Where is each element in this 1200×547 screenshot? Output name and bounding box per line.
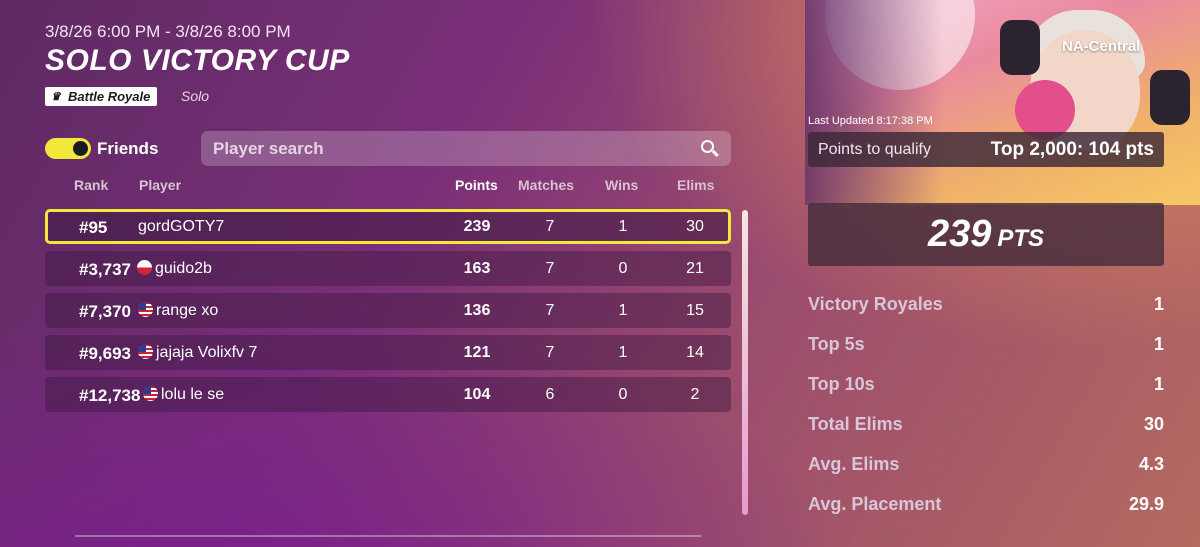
last-updated: Last Updated 8:17:38 PM: [808, 115, 933, 127]
friends-label[interactable]: Friends: [97, 139, 158, 159]
stat-value: 29.9: [1128, 494, 1164, 514]
row-rank: #7,370: [79, 302, 131, 321]
toggle-knob: [73, 141, 88, 156]
row-player-cell: range xo: [138, 302, 218, 320]
column-points[interactable]: Points: [455, 177, 498, 193]
row-player: lolu le se: [161, 386, 225, 403]
total-points-value: 239: [927, 213, 992, 255]
column-wins[interactable]: Wins: [605, 177, 638, 193]
stat-total-elims: Total Elims 30: [808, 414, 1164, 435]
stat-value: 30: [1143, 414, 1164, 434]
row-matches: 6: [545, 386, 555, 403]
crown-icon: ♛: [51, 90, 61, 103]
stat-label: Victory Royales: [808, 294, 943, 314]
hero-shade: [805, 0, 1200, 205]
row-matches: 7: [545, 344, 555, 361]
row-rank: #3,737: [79, 260, 131, 279]
table-row[interactable]: #9,693 jajaja Volixfv 7 121 7 1 14: [45, 335, 731, 370]
stat-label: Avg. Placement: [808, 494, 942, 514]
row-wins: 1: [618, 218, 628, 235]
usa-flag-icon: [138, 344, 153, 359]
leaderboard-scrollbar[interactable]: [742, 210, 748, 515]
player-search[interactable]: [201, 131, 731, 166]
row-rank: #9,693: [79, 344, 131, 363]
row-player-cell: lolu le se: [143, 386, 224, 404]
stat-victory-royales: Victory Royales 1: [808, 294, 1164, 315]
stat-value: 1: [1153, 334, 1164, 354]
row-wins: 0: [618, 386, 628, 403]
row-rank: #12,738: [79, 386, 141, 405]
stat-avg-elims: Avg. Elims 4.3: [808, 454, 1164, 475]
row-matches: 7: [545, 260, 555, 277]
row-player: range xo: [156, 302, 219, 319]
row-player-cell: jajaja Volixfv 7: [138, 344, 257, 362]
row-player-cell: guido2b: [137, 260, 212, 278]
mode-badge: ♛ Battle Royale: [45, 87, 158, 106]
row-player: jajaja Volixfv 7: [156, 344, 258, 361]
row-points: 104: [463, 386, 491, 403]
stat-label: Top 10s: [808, 374, 875, 394]
friends-toggle[interactable]: [45, 138, 91, 159]
event-title: SOLO VICTORY CUP: [45, 44, 350, 77]
bottom-divider: [75, 535, 701, 537]
row-wins: 1: [618, 302, 628, 319]
submode-label: Solo: [181, 88, 210, 104]
row-elims: 30: [686, 218, 704, 235]
row-matches: 7: [545, 218, 555, 235]
search-icon[interactable]: [701, 139, 719, 158]
column-rank: Rank: [74, 177, 109, 193]
stat-label: Top 5s: [808, 334, 865, 354]
stat-top-10s: Top 10s 1: [808, 374, 1164, 395]
row-elims: 15: [686, 302, 704, 319]
usa-flag-icon: [138, 302, 153, 317]
stat-value: 4.3: [1138, 454, 1164, 474]
table-row[interactable]: #12,738 lolu le se 104 6 0 2: [45, 377, 731, 412]
stat-value: 1: [1153, 374, 1164, 394]
stat-top-5s: Top 5s 1: [808, 334, 1164, 355]
poland-flag-icon: [137, 260, 152, 275]
event-date-range: 3/8/26 6:00 PM - 3/8/26 8:00 PM: [45, 22, 291, 41]
row-elims: 2: [690, 386, 700, 403]
leaderboard-list: #95 gordGOTY7 239 7 1 30 #3,737 guido2b …: [45, 209, 731, 419]
qualify-label: Points to qualify: [818, 140, 931, 158]
mode-label: Battle Royale: [68, 89, 151, 104]
total-points-panel: 239 PTS: [808, 203, 1164, 266]
row-elims: 21: [686, 260, 704, 277]
row-matches: 7: [545, 302, 555, 319]
column-matches[interactable]: Matches: [518, 177, 574, 193]
stat-label: Avg. Elims: [808, 454, 900, 474]
table-row-self[interactable]: #95 gordGOTY7 239 7 1 30: [45, 209, 731, 244]
column-elims[interactable]: Elims: [677, 177, 714, 193]
table-row[interactable]: #7,370 range xo 136 7 1 15: [45, 293, 731, 328]
row-elims: 14: [686, 344, 704, 361]
row-points: 163: [463, 260, 491, 277]
region-label: NA-Central: [1062, 38, 1141, 55]
table-row[interactable]: #3,737 guido2b 163 7 0 21: [45, 251, 731, 286]
column-player: Player: [139, 177, 182, 193]
row-wins: 1: [618, 344, 628, 361]
row-points: 239: [463, 218, 491, 235]
stat-avg-placement: Avg. Placement 29.9: [808, 494, 1164, 515]
row-rank: #95: [79, 218, 108, 237]
row-player: guido2b: [155, 260, 212, 277]
usa-flag-icon: [143, 386, 158, 401]
row-points: 121: [463, 344, 491, 361]
qualify-value: Top 2,000: 104 pts: [990, 138, 1154, 160]
stat-value: 1: [1153, 294, 1164, 314]
total-points-unit: PTS: [997, 224, 1045, 252]
qualify-panel: Points to qualify Top 2,000: 104 pts: [808, 132, 1164, 167]
row-wins: 0: [618, 260, 628, 277]
row-player: gordGOTY7: [138, 218, 225, 235]
row-points: 136: [463, 302, 491, 319]
search-input[interactable]: [213, 138, 701, 159]
hero-character-art: [805, 0, 1200, 205]
stat-label: Total Elims: [808, 414, 903, 434]
